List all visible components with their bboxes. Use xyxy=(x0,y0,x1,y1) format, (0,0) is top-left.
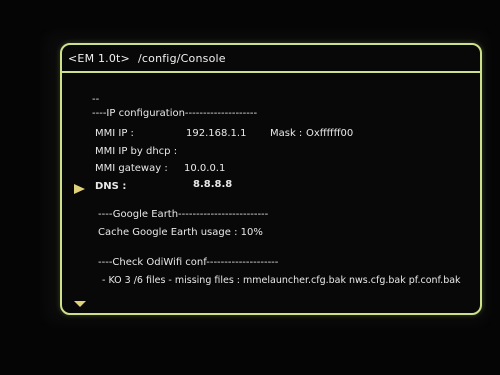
console-content: -- ----IP configuration-----------------… xyxy=(62,73,480,313)
dns-value: 8.8.8.8 xyxy=(193,179,233,190)
top-marker: -- xyxy=(92,94,100,105)
title-bar: <EM 1.0t> /config/Console xyxy=(62,45,480,73)
gateway-label[interactable]: MMI gateway : xyxy=(95,163,168,174)
dhcp-label[interactable]: MMI IP by dhcp : xyxy=(95,146,177,157)
google-earth-section-header: ----Google Earth------------------------… xyxy=(98,209,269,220)
gateway-value: 10.0.0.1 xyxy=(184,163,226,174)
triangle-down-icon[interactable] xyxy=(74,301,86,307)
dns-label[interactable]: DNS : xyxy=(95,181,126,192)
odiwifi-section-header: ----Check OdiWifi conf------------------… xyxy=(98,257,279,268)
console-window: <EM 1.0t> /config/Console -- ----IP conf… xyxy=(60,43,482,315)
mask-label: Mask : xyxy=(270,128,303,139)
mask-value: Oxffffff00 xyxy=(306,128,354,139)
mmi-ip-label[interactable]: MMI IP : xyxy=(95,128,134,139)
mmi-ip-value: 192.168.1.1 xyxy=(186,128,247,139)
breadcrumb-path: /config/Console xyxy=(137,51,226,65)
app-version-label: <EM 1.0t> xyxy=(68,51,130,65)
google-earth-cache-usage[interactable]: Cache Google Earth usage : 10% xyxy=(98,227,263,238)
odiwifi-check-result[interactable]: - KO 3 /6 files - missing files : mmelau… xyxy=(102,275,461,286)
triangle-right-icon xyxy=(74,184,85,194)
ip-section-header: ----IP configuration-------------------- xyxy=(92,108,258,119)
